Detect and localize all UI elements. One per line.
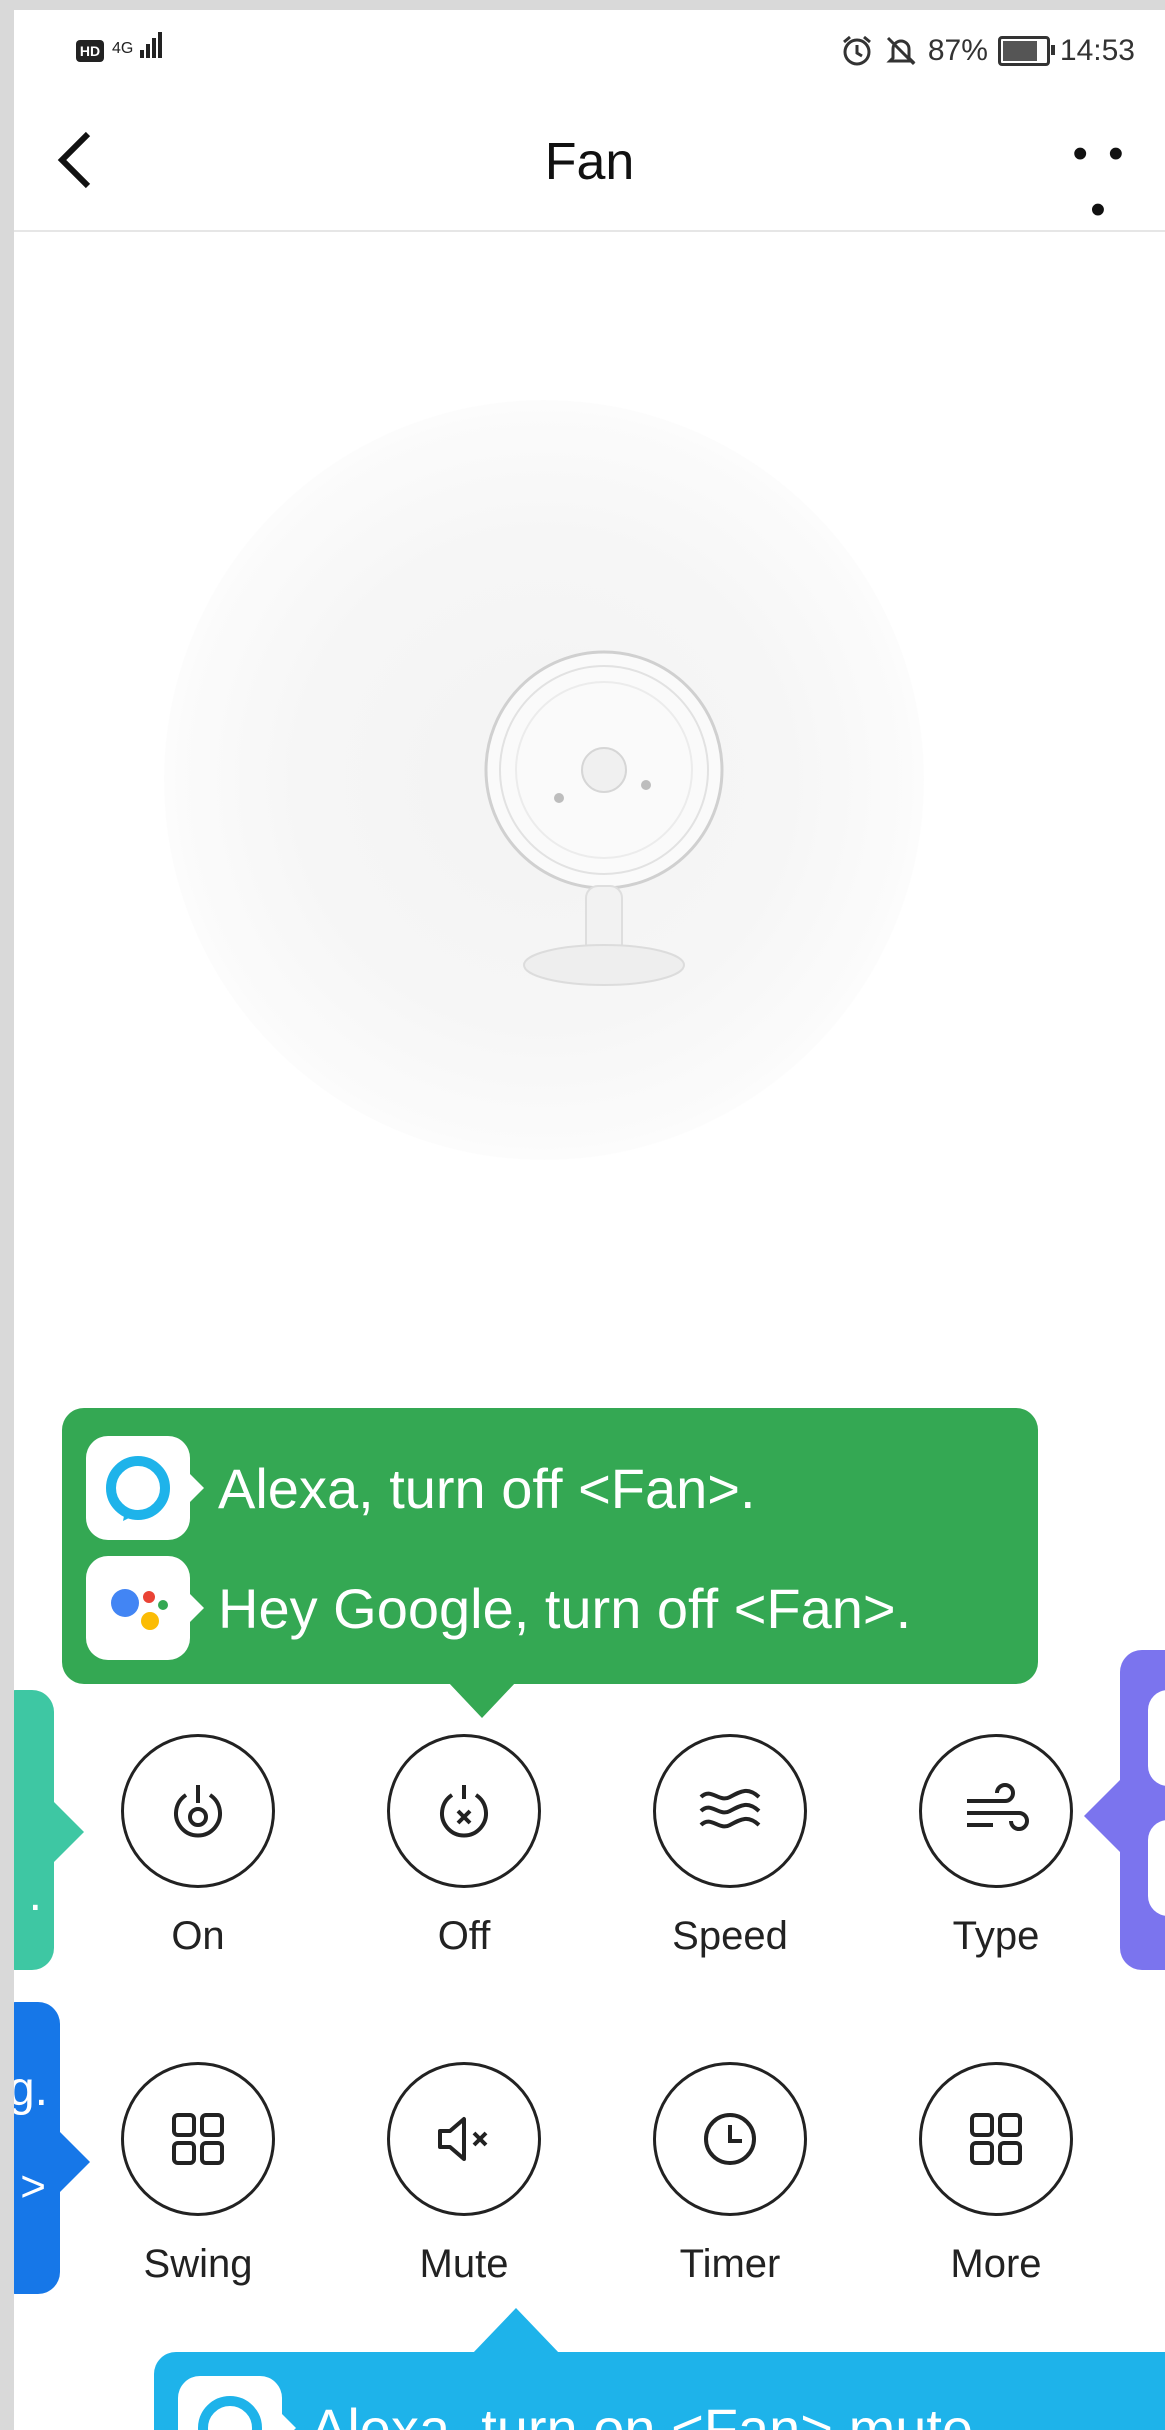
swing-tip-fragment-1: g. xyxy=(14,2063,48,2116)
battery-icon xyxy=(997,36,1055,66)
alexa-tip-row: Alexa, turn off <Fan>. xyxy=(86,1436,756,1540)
control-label: Swing xyxy=(143,2242,253,2286)
network-type: 4G xyxy=(112,40,134,57)
google-off-phrase: Hey Google, turn off <Fan>. xyxy=(218,1576,912,1640)
clock-time: 14:53 xyxy=(1059,34,1135,67)
on-tip-fragment: . xyxy=(28,1868,42,1921)
mute-button[interactable]: Mute xyxy=(364,2062,564,2287)
signal-bars-icon xyxy=(139,32,164,58)
mute-bell-icon xyxy=(886,36,916,66)
power-on-icon xyxy=(121,1734,275,1888)
power-off-icon xyxy=(387,1734,541,1888)
control-label: Mute xyxy=(419,2242,509,2286)
swing-tip-fragment-2: > xyxy=(20,2162,46,2211)
voice-tip-type xyxy=(1084,1650,1165,1970)
hd-badge: HD xyxy=(76,40,104,62)
alexa-icon xyxy=(178,2376,296,2430)
alexa-icon xyxy=(1148,1690,1165,1786)
control-label: Timer xyxy=(679,2242,781,2286)
alexa-off-phrase: Alexa, turn off <Fan>. xyxy=(218,1456,756,1520)
clock-icon xyxy=(653,2062,807,2216)
off-button[interactable]: Off xyxy=(364,1734,564,1959)
alarm-icon xyxy=(842,35,871,66)
speed-button[interactable]: Speed xyxy=(630,1734,830,1959)
google-assistant-icon xyxy=(86,1556,204,1660)
control-label: Speed xyxy=(672,1914,788,1958)
more-options-button[interactable]: • • • xyxy=(1055,126,1145,234)
fan-control-screen: HD 4G 87% 14:53 Fan • • • Alexa, turn of… xyxy=(14,10,1165,2430)
voice-tip-swing: g. > xyxy=(14,2002,90,2294)
page-title: Fan xyxy=(544,133,635,191)
google-assistant-icon xyxy=(1148,1820,1165,1916)
speaker-mute-icon xyxy=(387,2062,541,2216)
battery-percent: 87% xyxy=(927,34,988,67)
control-label: Type xyxy=(952,1914,1040,1958)
voice-tip-on: . xyxy=(14,1690,84,1970)
swing-button[interactable]: Swing xyxy=(98,2062,298,2287)
timer-button[interactable]: Timer xyxy=(630,2062,830,2287)
voice-tip-mute: Alexa, turn on <Fan> mute. xyxy=(154,2308,1165,2430)
alexa-mute-phrase: Alexa, turn on <Fan> mute. xyxy=(310,2396,989,2430)
on-button[interactable]: On xyxy=(98,1734,298,1959)
grid-icon xyxy=(121,2062,275,2216)
alexa-icon xyxy=(86,1436,204,1540)
type-button[interactable]: Type xyxy=(896,1734,1096,1959)
more-button[interactable]: More xyxy=(896,2062,1096,2287)
grid-icon xyxy=(919,2062,1073,2216)
control-label: More xyxy=(950,2242,1042,2286)
status-right: 87% 14:53 xyxy=(840,34,1135,68)
fan-image xyxy=(464,650,744,1000)
waves-icon xyxy=(653,1734,807,1888)
status-bar: HD 4G 87% 14:53 xyxy=(14,10,1165,100)
control-label: On xyxy=(171,1914,225,1958)
google-tip-row: Hey Google, turn off <Fan>. xyxy=(86,1556,911,1660)
control-label: Off xyxy=(437,1914,491,1958)
voice-tip-off: Alexa, turn off <Fan>. Hey Google, turn … xyxy=(62,1408,1038,1718)
app-header: Fan • • • xyxy=(14,100,1165,234)
wind-icon xyxy=(919,1734,1073,1888)
alexa-tip-row: Alexa, turn on <Fan> mute. xyxy=(178,2376,989,2430)
signal-indicator: 4G xyxy=(112,32,164,58)
